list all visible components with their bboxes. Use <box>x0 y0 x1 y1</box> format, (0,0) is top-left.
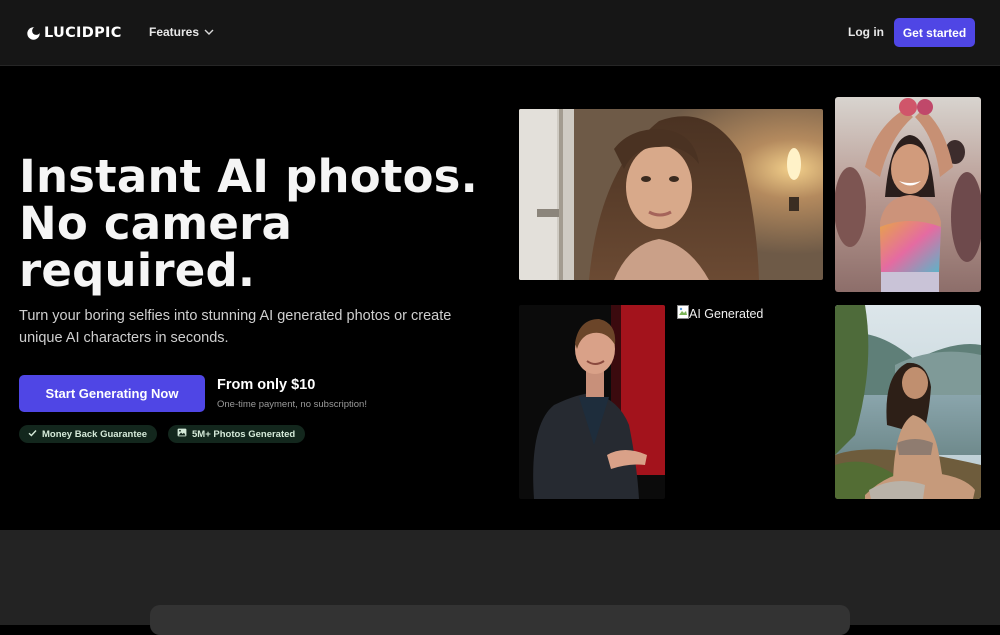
money-back-badge: Money Back Guarantee <box>19 425 158 443</box>
sample-photo-woman-portrait <box>519 109 823 280</box>
price-note: One-time payment, no subscription! <box>217 399 367 410</box>
sample-photo-meditation <box>835 305 981 499</box>
headline-line-3: required. <box>19 244 256 297</box>
headline-line-1: Instant AI photos. <box>19 150 478 203</box>
content-card <box>150 605 850 635</box>
top-nav: LUCIDPIC Features Log in Get started <box>0 0 1000 66</box>
hero-subline: Turn your boring selfies into stunning A… <box>19 308 452 346</box>
broken-image-placeholder: AI Generated <box>677 305 763 322</box>
headline-line-2: No camera <box>19 197 293 250</box>
photos-generated-badge: 5M+ Photos Generated <box>168 425 306 443</box>
price-label: From only $10 <box>217 377 316 393</box>
sample-photo-speaker <box>519 305 665 499</box>
brand-logo[interactable]: LUCIDPIC <box>27 24 122 42</box>
sample-photo-festival-woman <box>835 97 981 292</box>
start-generating-button[interactable]: Start Generating Now <box>19 375 205 412</box>
features-label: Features <box>149 25 200 39</box>
image-icon <box>177 428 187 440</box>
crescent-logo-icon <box>27 26 41 40</box>
check-icon <box>28 429 37 440</box>
chevron-down-icon <box>204 29 214 35</box>
get-started-button[interactable]: Get started <box>894 18 975 47</box>
broken-image-alt-text: AI Generated <box>689 306 764 321</box>
brand-name: LUCIDPIC <box>44 25 122 41</box>
login-link[interactable]: Log in <box>848 25 884 39</box>
hero-headline: Instant AI photos. No camera required. <box>19 153 499 294</box>
features-menu[interactable]: Features <box>149 25 214 39</box>
broken-image-icon <box>677 305 689 322</box>
badge-label: Money Back Guarantee <box>42 428 148 440</box>
badge-label: 5M+ Photos Generated <box>192 428 296 440</box>
